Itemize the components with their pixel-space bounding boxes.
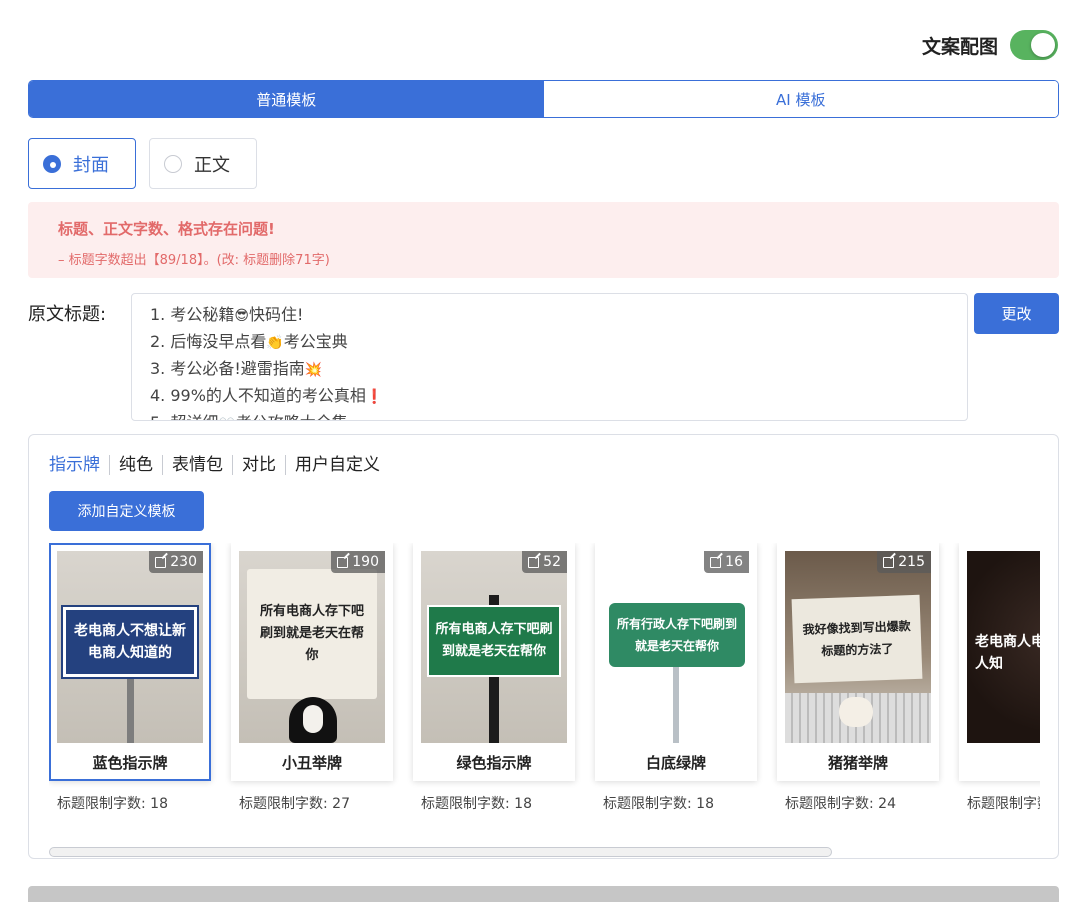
radio-cover[interactable]: 封面 [28, 138, 136, 189]
template-thumbnail: 老电商人不想让新电商人知道的 230 [57, 551, 203, 743]
radio-dot [164, 154, 182, 173]
alert-title: 标题、正文字数、格式存在问题! [58, 220, 275, 238]
sign-board: 所有电商人存下吧刷到就是老天在帮你 [247, 569, 377, 699]
use-count-badge: 190 [331, 551, 385, 573]
card-title-limit: 标题限制字数: 18 [603, 796, 714, 812]
tab-ai-template[interactable]: AI 模板 [543, 81, 1058, 117]
copy-image-toggle[interactable] [1010, 30, 1058, 60]
card-name: 大 [967, 743, 1040, 781]
use-count-badge: 16 [704, 551, 749, 573]
category-tab-compare[interactable]: 对比 [232, 455, 285, 475]
radio-cover-label: 封面 [73, 154, 109, 176]
add-custom-template-button[interactable]: 添加自定义模板 [49, 491, 204, 531]
template-card-green-sign[interactable]: 所有电商人存下吧刷到就是老天在帮你 52 绿色指示牌 标题限制字数: 18 [413, 543, 575, 813]
template-card-blue-sign[interactable]: 老电商人不想让新电商人知道的 230 蓝色指示牌 标题限制字数: 18 [49, 543, 211, 813]
card-name: 蓝色指示牌 [92, 753, 168, 772]
change-button[interactable]: 更改 [974, 293, 1059, 334]
edit-icon [337, 556, 349, 568]
card-title-limit: 标题限制字数: [967, 796, 1040, 812]
generate-button-disabled[interactable] [28, 886, 1059, 902]
sign-text: 老电商人电商人知 [975, 634, 1040, 672]
template-card-white-green-sign[interactable]: 所有行政人存下吧刷到就是老天在帮你 16 白底绿牌 标题限制字数: 18 [595, 543, 757, 813]
header-toggle-row: 文案配图 [922, 30, 1058, 60]
template-panel: 指示牌 纯色 表情包 对比 用户自定义 添加自定义模板 老电商人不想让新电商人知… [28, 434, 1059, 859]
card-title-limit: 标题限制字数: 24 [785, 796, 896, 812]
card-name: 小丑举牌 [281, 753, 342, 772]
toggle-knob [1031, 33, 1055, 57]
original-title-label: 原文标题: [28, 304, 107, 325]
clown-figure [289, 697, 337, 743]
horizontal-scrollbar[interactable] [49, 847, 832, 857]
sign-board: 所有行政人存下吧刷到就是老天在帮你 [609, 603, 745, 667]
card-title-limit: 标题限制字数: 18 [57, 796, 168, 812]
template-type-tabs: 普通模板 AI 模板 [28, 80, 1059, 118]
edit-icon [155, 556, 167, 568]
use-count-badge: 215 [877, 551, 931, 573]
category-tab-solid[interactable]: 纯色 [109, 455, 162, 475]
card-frame: 所有电商人存下吧刷到就是老天在帮你 52 绿色指示牌 [413, 543, 575, 781]
alert-description: – 标题字数超出【89/18】。(改: 标题删除71字) [58, 253, 330, 268]
template-thumbnail: 所有电商人存下吧刷到就是老天在帮你 190 [239, 551, 385, 743]
template-thumbnail: 老电商人电商人知 [967, 551, 1040, 743]
card-frame: 所有电商人存下吧刷到就是老天在帮你 190 小丑举牌 [231, 543, 393, 781]
title-line: 2. 后悔没早点看👏考公宝典 [150, 332, 348, 351]
error-alert: 标题、正文字数、格式存在问题! – 标题字数超出【89/18】。(改: 标题删除… [28, 202, 1059, 278]
use-count-badge: 52 [522, 551, 567, 573]
card-name: 绿色指示牌 [456, 753, 532, 772]
sign-board: 所有电商人存下吧刷到就是老天在帮你 [427, 605, 561, 677]
category-tab-meme[interactable]: 表情包 [162, 455, 232, 475]
template-thumbnail: 所有行政人存下吧刷到就是老天在帮你 16 [603, 551, 749, 743]
title-line: 3. 考公必备!避雷指南💥 [150, 359, 323, 378]
card-frame: 我好像找到写出爆款标题的方法了 215 猪猪举牌 [777, 543, 939, 781]
card-title-limit: 标题限制字数: 18 [421, 796, 532, 812]
category-tab-custom[interactable]: 用户自定义 [285, 455, 389, 475]
pig-figure [839, 697, 873, 727]
radio-body-label: 正文 [194, 154, 230, 176]
sign-board: 我好像找到写出爆款标题的方法了 [791, 594, 923, 684]
template-card-list: 老电商人不想让新电商人知道的 230 蓝色指示牌 标题限制字数: 18 所有电商… [49, 543, 1040, 843]
use-count-badge: 230 [149, 551, 203, 573]
title-line: 1. 考公秘籍😎快码住! [150, 305, 304, 324]
template-card-clown-sign[interactable]: 所有电商人存下吧刷到就是老天在帮你 190 小丑举牌 标题限制字数: 27 [231, 543, 393, 813]
template-card-pig-sign[interactable]: 我好像找到写出爆款标题的方法了 215 猪猪举牌 标题限制字数: 24 [777, 543, 939, 813]
edit-icon [528, 556, 540, 568]
edit-icon [710, 556, 722, 568]
title-line: 5. 超详细👀考公攻略大全集 [150, 410, 949, 420]
template-thumbnail: 我好像找到写出爆款标题的方法了 215 [785, 551, 931, 743]
copy-image-label: 文案配图 [921, 35, 998, 58]
original-title-textarea[interactable]: 1. 考公秘籍😎快码住! 2. 后悔没早点看👏考公宝典 3. 考公必备!避雷指南… [131, 293, 968, 421]
title-line: 4. 99%的人不知道的考公真相❗ [150, 386, 384, 405]
card-frame: 所有行政人存下吧刷到就是老天在帮你 16 白底绿牌 [595, 543, 757, 781]
sign-board: 老电商人不想让新电商人知道的 [61, 605, 199, 679]
card-name: 白底绿牌 [645, 753, 706, 772]
category-tabs: 指示牌 纯色 表情包 对比 用户自定义 [49, 455, 389, 475]
edit-icon [883, 556, 895, 568]
category-tab-sign[interactable]: 指示牌 [49, 455, 109, 475]
card-frame: 老电商人不想让新电商人知道的 230 蓝色指示牌 [49, 543, 211, 781]
template-card-partial[interactable]: 老电商人电商人知 大 标题限制字数: [959, 543, 1040, 813]
template-thumbnail: 所有电商人存下吧刷到就是老天在帮你 52 [421, 551, 567, 743]
tab-normal-template[interactable]: 普通模板 [29, 81, 544, 117]
radio-dot-checked [43, 154, 61, 173]
card-name: 猪猪举牌 [827, 753, 888, 772]
sign-pole [673, 661, 679, 743]
radio-body[interactable]: 正文 [149, 138, 257, 189]
card-frame: 老电商人电商人知 大 [959, 543, 1040, 781]
card-title-limit: 标题限制字数: 27 [239, 796, 350, 812]
